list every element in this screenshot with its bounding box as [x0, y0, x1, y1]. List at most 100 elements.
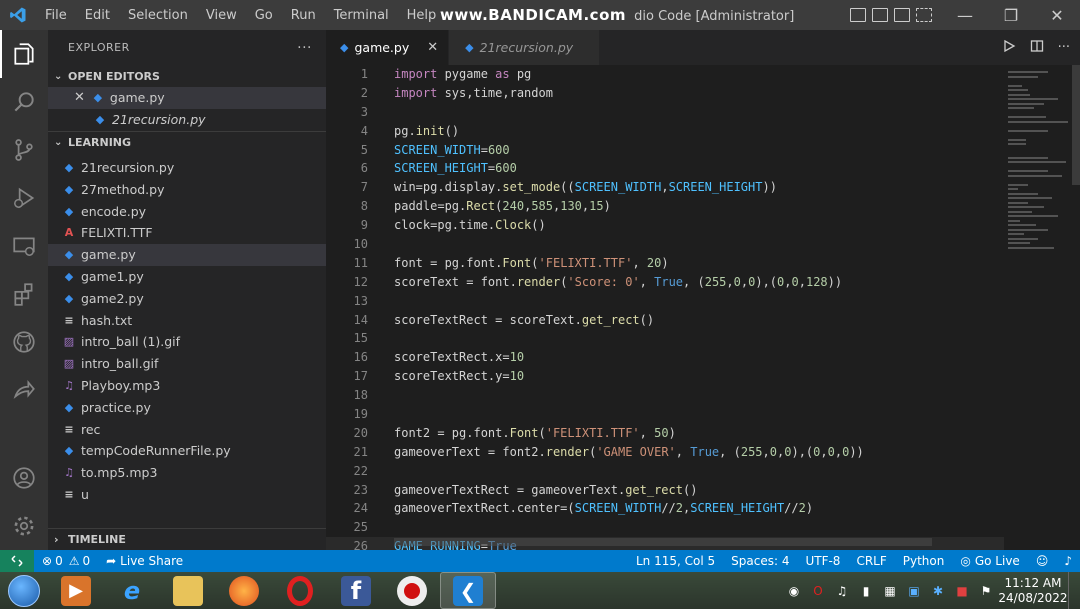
file-item[interactable]: A FELIXTI.TTF — [48, 222, 326, 244]
restore-icon[interactable]: ❐ — [988, 0, 1034, 30]
menu-file[interactable]: File — [36, 8, 76, 23]
live-share-icon[interactable] — [0, 366, 48, 414]
file-item[interactable]: ≡ rec — [48, 418, 326, 440]
close-tab-icon[interactable]: ✕ — [427, 40, 438, 55]
file-item[interactable]: ◆ 27method.py — [48, 178, 326, 200]
close-editor-icon[interactable]: ✕ — [74, 90, 85, 105]
feedback-icon[interactable]: ☺ — [1028, 554, 1057, 568]
live-share-status[interactable]: ➦ Live Share — [98, 554, 191, 568]
code-line: 20 font2 = pg.font.Font('FELIXTI.TTF', 50… — [326, 424, 1006, 443]
tray-red-icon[interactable]: ■ — [950, 572, 974, 609]
file-item[interactable]: ≡ u — [48, 484, 326, 506]
file-item[interactable]: ◆ practice.py — [48, 396, 326, 418]
more-actions-icon[interactable]: ··· — [297, 40, 312, 56]
warning-count: 0 — [82, 554, 91, 568]
github-icon[interactable] — [0, 318, 48, 366]
menu-go[interactable]: Go — [246, 8, 282, 23]
line-number: 9 — [360, 218, 368, 233]
line-number: 25 — [353, 520, 368, 535]
file-item[interactable]: ♫ Playboy.mp3 — [48, 375, 326, 397]
split-editor-icon[interactable] — [1030, 39, 1044, 57]
toggle-panel-icon[interactable] — [872, 8, 888, 22]
menu-edit[interactable]: Edit — [76, 8, 119, 23]
action-center-icon[interactable]: ⚑ — [974, 572, 998, 609]
accounts-icon[interactable] — [0, 454, 48, 502]
taskbar-opera[interactable] — [272, 572, 328, 609]
taskbar-file-explorer[interactable] — [160, 572, 216, 609]
start-button[interactable] — [0, 572, 48, 609]
language-mode[interactable]: Python — [895, 554, 953, 568]
code-editor[interactable]: 1 import pygame as pg 2 import sys,time,ran… — [326, 65, 1006, 550]
taskbar-internet-explorer[interactable]: e — [104, 572, 160, 609]
open-editors-header[interactable]: ⌄ OPEN EDITORS — [48, 65, 326, 87]
explorer-icon[interactable] — [0, 30, 48, 78]
tray-app-icon[interactable]: ▣ — [902, 572, 926, 609]
horizontal-scrollbar[interactable] — [394, 538, 932, 546]
vscode-icon: ❮ — [453, 575, 483, 606]
record-tray-icon[interactable]: ◉ — [782, 572, 806, 609]
file-item[interactable]: ◆ encode.py — [48, 200, 326, 222]
taskbar-vscode[interactable]: ❮ — [440, 572, 496, 609]
file-item[interactable]: ◆ game.py — [48, 243, 326, 266]
indentation[interactable]: Spaces: 4 — [723, 554, 797, 568]
menu-run[interactable]: Run — [282, 8, 325, 23]
open-editor-21recursion-py[interactable]: ◆ 21recursion.py — [48, 109, 326, 131]
go-live-button[interactable]: ◎ Go Live — [952, 554, 1027, 568]
cursor-position[interactable]: Ln 115, Col 5 — [628, 554, 723, 568]
file-item[interactable]: ▨ intro_ball (1).gif — [48, 331, 326, 353]
tab-21recursion-py[interactable]: ◆ 21recursion.py — [449, 30, 601, 65]
toggle-sidebar-icon[interactable] — [850, 8, 866, 22]
taskbar-media-player[interactable]: ▶ — [48, 572, 104, 609]
battery-icon[interactable]: ▮ — [854, 572, 878, 609]
file-item[interactable]: ◆ tempCodeRunnerFile.py — [48, 440, 326, 462]
minimize-icon[interactable]: — — [942, 0, 988, 30]
menu-view[interactable]: View — [197, 8, 246, 23]
code-text: import sys,time,random — [394, 85, 553, 100]
remote-explorer-icon[interactable] — [0, 222, 48, 270]
run-debug-icon[interactable] — [0, 174, 48, 222]
line-ending[interactable]: CRLF — [848, 554, 894, 568]
taskbar-facebook[interactable]: f — [328, 572, 384, 609]
source-control-icon[interactable] — [0, 126, 48, 174]
extensions-icon[interactable] — [0, 270, 48, 318]
menu-help[interactable]: Help — [398, 8, 446, 23]
show-desktop-button[interactable] — [1068, 572, 1080, 609]
folder-learning-header[interactable]: ⌄ LEARNING — [48, 130, 326, 153]
remote-indicator-icon[interactable] — [0, 550, 34, 572]
python-file-icon: ◆ — [64, 160, 74, 174]
timeline-header[interactable]: › TIMELINE — [48, 528, 326, 550]
taskbar-firefox[interactable] — [216, 572, 272, 609]
more-actions-icon[interactable]: ··· — [1058, 40, 1070, 55]
chevron-down-icon: ⌄ — [54, 136, 63, 148]
network-icon[interactable]: ▦ — [878, 572, 902, 609]
taskbar-clock[interactable]: 11:12 AM 24/08/2022 — [998, 576, 1068, 606]
bluetooth-icon[interactable]: ✱ — [926, 572, 950, 609]
clock-date: 24/08/2022 — [998, 590, 1068, 605]
taskbar-bandicam[interactable] — [384, 572, 440, 609]
menu-selection[interactable]: Selection — [119, 8, 197, 23]
volume-icon[interactable]: ♫ — [830, 572, 854, 609]
file-item[interactable]: ≡ hash.txt — [48, 309, 326, 331]
problems-indicator[interactable]: ⊗ 0 ⚠ 0 — [34, 554, 98, 568]
run-file-icon[interactable] — [1002, 39, 1016, 57]
menu-terminal[interactable]: Terminal — [325, 8, 398, 23]
line-number: 19 — [353, 407, 368, 422]
opera-tray-icon[interactable]: O — [806, 572, 830, 609]
file-item[interactable]: ◆ 21recursion.py — [48, 157, 326, 179]
customize-layout-icon[interactable] — [916, 8, 932, 22]
search-icon[interactable] — [0, 78, 48, 126]
toggle-secondary-sidebar-icon[interactable] — [894, 8, 910, 22]
encoding[interactable]: UTF-8 — [797, 554, 848, 568]
close-window-icon[interactable]: ✕ — [1034, 0, 1080, 30]
vertical-scrollbar[interactable] — [1072, 65, 1080, 185]
tab-game-py[interactable]: ◆ game.py ✕ — [326, 30, 450, 65]
file-item[interactable]: ♫ to.mp5.mp3 — [48, 462, 326, 484]
minimap[interactable] — [1004, 65, 1072, 550]
settings-gear-icon[interactable] — [0, 502, 48, 550]
file-label: game.py — [81, 247, 136, 263]
file-item[interactable]: ◆ game1.py — [48, 266, 326, 288]
file-item[interactable]: ◆ game2.py — [48, 287, 326, 309]
file-item[interactable]: ▨ intro_ball.gif — [48, 353, 326, 375]
notifications-bell-icon[interactable]: ♪ — [1056, 554, 1080, 568]
open-editor-game-py[interactable]: ✕ ◆ game.py — [48, 87, 326, 109]
